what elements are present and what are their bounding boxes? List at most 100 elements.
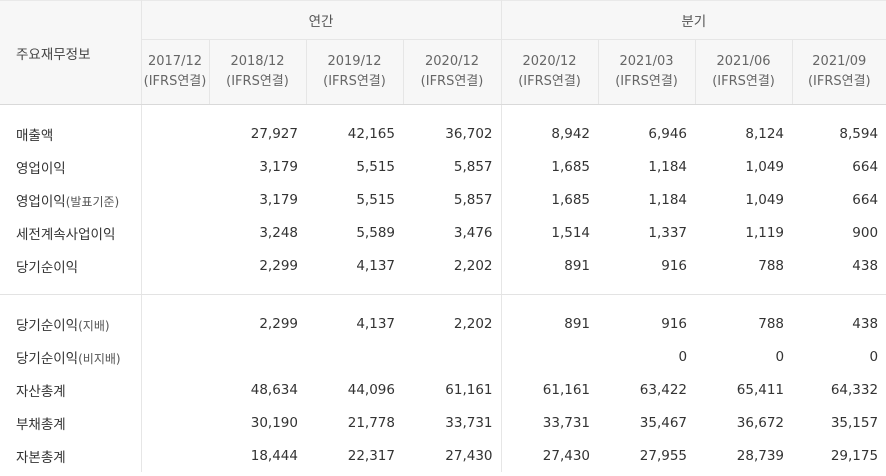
value-cell xyxy=(141,406,209,439)
period-header: 2020/12 (IFRS연결) xyxy=(403,39,502,105)
value-cell: 22,317 xyxy=(347,447,395,464)
value-cell xyxy=(403,340,501,373)
value-cell: 27,430 xyxy=(445,447,493,464)
value-cell: 1,685 xyxy=(500,183,599,216)
value-cell xyxy=(141,150,209,183)
table-row: 당기순이익(지배) 2,299 4,137 2,202 891 916 788 438 xyxy=(0,294,886,340)
value-cell: 27,430 xyxy=(500,439,599,472)
period-date: 2020/12 xyxy=(425,54,480,69)
table-row: 자본총계 18,444 22,317 27,430 27,430 27,955 28,739… xyxy=(0,439,886,472)
value-cell: 1,049 xyxy=(745,191,785,208)
value-cell: 8,594 xyxy=(839,125,879,142)
value-cell xyxy=(306,340,403,373)
value-cell: 891 xyxy=(500,294,599,340)
value-cell: 27,927 xyxy=(250,125,298,142)
row-label-text: 자본총계 xyxy=(16,449,66,466)
row-label-suffix: (지배) xyxy=(78,318,110,333)
table-row: 당기순이익(비지배) 0 0 0 xyxy=(0,340,886,373)
value-cell: 916 xyxy=(661,315,688,332)
row-label: 세전계속사업이익 xyxy=(0,216,142,249)
value-cell: 2,299 xyxy=(259,315,298,332)
value-cell: 29,175 xyxy=(830,447,879,464)
value-cell: 788 xyxy=(758,315,785,332)
row-label: 당기순이익(비지배) xyxy=(0,340,142,373)
period-type: (IFRS연결) xyxy=(420,74,484,89)
period-type: (IFRS연결) xyxy=(226,74,289,89)
value-cell: 3,476 xyxy=(453,224,493,241)
value-cell: 5,857 xyxy=(453,158,493,175)
value-cell: 61,161 xyxy=(500,373,599,406)
row-label: 자산총계 xyxy=(0,373,142,406)
value-cell: 5,515 xyxy=(356,158,395,175)
value-cell xyxy=(141,216,209,249)
value-cell: 2,202 xyxy=(453,315,493,332)
value-cell: 1,514 xyxy=(500,216,599,249)
value-cell: 28,739 xyxy=(736,447,785,464)
value-cell: 3,179 xyxy=(259,158,298,175)
row-label-text: 부채총계 xyxy=(16,416,66,433)
value-cell: 664 xyxy=(852,191,879,208)
quarterly-group-header: 분기 xyxy=(501,0,886,40)
table-row: 당기순이익 2,299 4,137 2,202 891 916 788 438 xyxy=(0,249,886,295)
group-header-row: 주요재무정보 연간 분기 xyxy=(0,0,886,105)
table-row: 영업이익 3,179 5,515 5,857 1,685 1,184 1,049 664 xyxy=(0,150,886,183)
period-header: 2021/09 (IFRS연결) xyxy=(792,39,886,105)
row-label-text: 세전계속사업이익 xyxy=(16,226,116,243)
value-cell: 6,946 xyxy=(648,125,688,142)
value-cell: 4,137 xyxy=(356,315,395,332)
row-label: 영업이익(발표기준) xyxy=(0,183,142,216)
row-label-text: 당기순이익 xyxy=(16,259,79,276)
value-cell: 36,672 xyxy=(736,414,785,431)
row-label-text: 당기순이익 xyxy=(16,317,79,334)
value-cell: 35,467 xyxy=(639,414,688,431)
value-cell: 63,422 xyxy=(639,381,688,398)
value-cell: 4,137 xyxy=(306,249,403,295)
value-cell: 5,857 xyxy=(453,191,493,208)
value-cell: 33,731 xyxy=(445,414,493,431)
value-cell xyxy=(500,340,599,373)
value-cell xyxy=(141,249,209,295)
period-type: (IFRS연결) xyxy=(323,74,386,89)
value-cell: 65,411 xyxy=(736,381,785,398)
table-row: 부채총계 30,190 21,778 33,731 33,731 35,467 36,672… xyxy=(0,406,886,439)
row-label: 매출액 xyxy=(0,104,142,150)
period-header: 2021/03 (IFRS연결) xyxy=(598,39,696,105)
period-date: 2017/12 xyxy=(147,54,202,69)
row-label: 영업이익 xyxy=(0,150,142,183)
value-cell: 36,702 xyxy=(445,125,493,142)
table-row: 매출액 27,927 42,165 36,702 8,942 6,946 8,124 8,59… xyxy=(0,104,886,150)
value-cell: 891 xyxy=(500,249,599,295)
value-cell: 61,161 xyxy=(445,381,493,398)
value-cell: 2,202 xyxy=(403,249,502,295)
value-cell: 44,096 xyxy=(347,381,395,398)
value-cell: 1,337 xyxy=(648,224,688,241)
table-row: 세전계속사업이익 3,248 5,589 3,476 1,514 1,337 1,119 90… xyxy=(0,216,886,249)
corner-label: 주요재무정보 xyxy=(0,0,142,105)
period-type: (IFRS연결) xyxy=(712,74,775,89)
value-cell: 438 xyxy=(852,315,879,332)
value-cell: 3,248 xyxy=(259,224,298,241)
value-cell: 8,942 xyxy=(500,104,599,150)
row-label: 당기순이익(지배) xyxy=(0,294,142,340)
value-cell: 1,184 xyxy=(648,191,688,208)
financial-summary-table: 주요재무정보 연간 분기 2017/12 (IFRS연결) 2018/12 (IFR… xyxy=(0,0,886,472)
table-row: 영업이익(발표기준) 3,179 5,515 5,857 1,685 1,184 1,049… xyxy=(0,183,886,216)
row-label-text: 영업이익 xyxy=(16,193,66,210)
value-cell: 788 xyxy=(695,249,793,295)
period-date: 2020/12 xyxy=(522,54,577,69)
annual-group-header: 연간 xyxy=(141,0,502,40)
row-label-suffix: (발표기준) xyxy=(65,194,120,209)
period-date: 2021/06 xyxy=(716,54,771,69)
row-label-text: 당기순이익 xyxy=(16,350,79,367)
value-cell: 664 xyxy=(852,158,879,175)
row-label: 부채총계 xyxy=(0,406,142,439)
period-type: (IFRS연결) xyxy=(615,74,678,89)
value-cell: 30,190 xyxy=(250,414,298,431)
value-cell: 438 xyxy=(792,249,886,295)
period-type: (IFRS연결) xyxy=(807,74,871,89)
value-cell: 3,179 xyxy=(259,191,298,208)
table-header: 주요재무정보 연간 분기 2017/12 (IFRS연결) 2018/12 (IFR… xyxy=(0,0,886,105)
value-cell: 18,444 xyxy=(250,447,298,464)
value-cell: 0 xyxy=(678,348,688,365)
value-cell xyxy=(141,439,209,472)
